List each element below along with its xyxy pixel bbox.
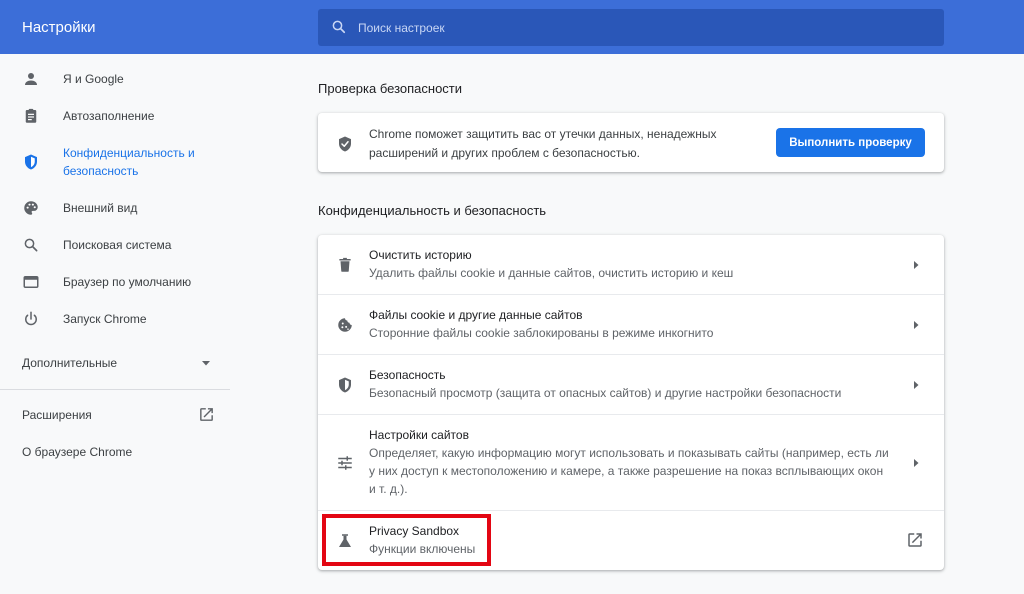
clear-history-row[interactable]: Очистить историю Удалить файлы cookie и … [318,235,944,295]
sidebar-item-label: Поисковая система [63,238,172,252]
sidebar-item-advanced[interactable]: Дополнительные [0,353,230,373]
sidebar-item-default-browser[interactable]: Браузер по умолчанию [0,272,230,292]
safety-check-heading: Проверка безопасности [318,81,463,96]
clipboard-icon [25,108,37,123]
sidebar: Я и Google Автозаполнение Конфиденциальн… [0,54,230,594]
trash-icon [339,257,351,272]
sidebar-item-search-engine[interactable]: Поисковая система [0,235,230,255]
chevron-right-icon [914,459,919,467]
security-shield-icon [339,377,351,393]
cookie-icon [338,318,352,332]
privacy-card: Очистить историю Удалить файлы cookie и … [318,235,944,570]
sidebar-item-label: Запуск Chrome [63,312,147,326]
run-safety-check-button[interactable]: Выполнить проверку [776,128,925,157]
row-title: Privacy Sandbox [369,524,460,538]
sidebar-item-label: Автозаполнение [63,109,155,123]
cookies-row[interactable]: Файлы cookie и другие данные сайтов Стор… [318,295,944,355]
privacy-sandbox-row[interactable]: Privacy Sandbox Функции включены [318,511,944,570]
safety-check-description: Chrome поможет защитить вас от утечки да… [369,127,717,160]
privacy-section-heading: Конфиденциальность и безопасность [318,203,547,218]
search-input[interactable] [358,9,918,46]
page-title: Настройки [22,19,96,36]
external-link-icon [200,408,213,421]
safety-check-card: Chrome поможет защитить вас от утечки да… [318,113,944,172]
sidebar-item-label: Браузер по умолчанию [63,275,192,289]
sidebar-item-label: Я и Google [63,72,124,86]
search-icon [332,20,346,34]
site-settings-row[interactable]: Настройки сайтов Определяет, какую инфор… [318,415,944,511]
sidebar-divider [0,389,230,390]
row-subtitle: Сторонние файлы cookie заблокированы в р… [369,326,714,340]
sidebar-item-label: Конфиденциальность и безопасность [63,146,195,178]
chevron-right-icon [914,261,919,269]
sidebar-advanced-label: Дополнительные [22,356,117,370]
shield-icon [25,154,37,170]
browser-icon [23,276,39,288]
row-title: Безопасность [369,368,446,382]
row-subtitle: Безопасный просмотр (защита от опасных с… [369,386,842,400]
search-icon [24,238,38,252]
flask-icon [339,534,351,547]
sidebar-item-extensions[interactable]: Расширения [0,405,230,425]
sidebar-item-autofill[interactable]: Автозаполнение [0,106,230,126]
search-box[interactable] [318,9,944,46]
shield-check-icon [339,136,351,152]
palette-icon [24,201,38,215]
row-subtitle: Удалить файлы cookie и данные сайтов, оч… [369,266,734,280]
tune-icon [338,456,352,470]
person-icon [25,73,37,85]
sidebar-about-label: О браузере Chrome [22,445,133,459]
external-link-icon [908,533,922,547]
chevron-right-icon [914,381,919,389]
sidebar-item-label: Внешний вид [63,201,138,215]
sidebar-item-you-and-google[interactable]: Я и Google [0,69,230,89]
sidebar-extensions-label: Расширения [22,408,92,422]
sidebar-item-appearance[interactable]: Внешний вид [0,198,230,218]
security-row[interactable]: Безопасность Безопасный просмотр (защита… [318,355,944,415]
row-title: Очистить историю [369,248,472,262]
row-title: Файлы cookie и другие данные сайтов [369,308,583,322]
sidebar-item-on-startup[interactable]: Запуск Chrome [0,309,230,329]
power-icon [25,311,37,326]
caret-down-icon [202,361,210,366]
row-title: Настройки сайтов [369,428,469,442]
row-subtitle: Функции включены [369,542,476,556]
chevron-right-icon [914,321,919,329]
sidebar-item-about-chrome[interactable]: О браузере Chrome [0,442,230,462]
sidebar-item-privacy[interactable]: Конфиденциальность и безопасность [0,144,230,184]
row-subtitle: Определяет, какую информацию могут испол… [369,446,889,496]
header-bar: Настройки [0,0,1024,54]
